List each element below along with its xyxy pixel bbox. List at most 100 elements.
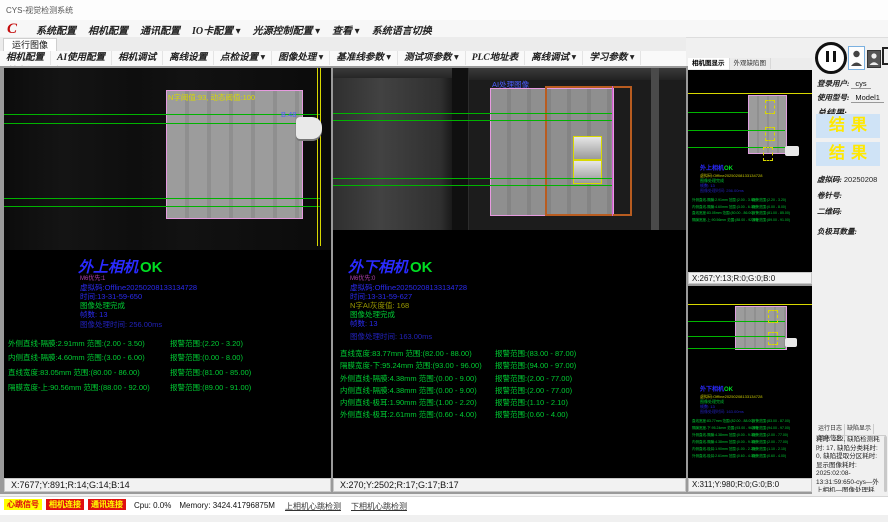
coords-readout-lower: X:270;Y:2502;R:17;G:17;B:17	[333, 478, 686, 492]
needle-number-label: 卷针号:	[817, 190, 842, 201]
coords-readout-preview-upper: X:267;Y:13;R:0;G:0;B:0	[688, 272, 812, 284]
process-time-label: 图像处理时间: 163.00ms	[350, 331, 432, 342]
preview-panel-upper[interactable]: 外上相机OK 虚拟码:Offline20250208133134728 图像处理…	[688, 70, 812, 272]
menu-io-config[interactable]: IO卡配置 ▾	[192, 22, 241, 37]
measure-line	[333, 178, 612, 179]
tab-count-label: 负极耳数量:	[817, 226, 857, 237]
roi-marker	[765, 127, 775, 141]
log-tab-run[interactable]: 运行日志	[816, 424, 845, 434]
edge-line	[317, 68, 318, 246]
login-user-row: 登录用户: cys	[817, 78, 871, 89]
camera-image-lower[interactable]: AI处理图像	[333, 68, 686, 230]
ai-overlay-label: AI处理图像	[492, 79, 529, 90]
measurement-value: 外侧直线-极耳:2.61mm 范围:(0.60 - 4.00)	[340, 409, 477, 420]
title-bar: CYS-视觉检测系统	[0, 0, 888, 21]
measurement-row: 直线宽度:83.77mm 范围:(82.00 - 88.00) 报警范围:(83…	[333, 348, 686, 358]
app-logo-icon: C	[7, 21, 17, 38]
alarm-range: 报警范围:(2.00 - 77.00)	[495, 373, 572, 384]
tool-baseline-params[interactable]: 基准线参数 ▾	[330, 51, 398, 65]
menu-view[interactable]: 查看 ▾	[332, 22, 360, 37]
measure-line	[688, 348, 785, 349]
alarm-range: 报警范围:(83.00 - 87.00)	[495, 348, 576, 359]
measurement-row: 隔膜宽度-下:95.24mm 范围:(93.00 - 96.00) 报警范围:(…	[333, 360, 686, 370]
menu-comm-config[interactable]: 通讯配置	[140, 22, 180, 37]
roi-marker	[765, 100, 775, 114]
tool-learning-params[interactable]: 学习参数 ▾	[583, 51, 641, 65]
measurement-row: 内侧直线-隔膜:4.60mm 范围:(3.00 - 6.00) 报警范围:(0.…	[4, 352, 331, 362]
coords-readout-preview-lower: X:311;Y:980;R:0;G:0;B:0	[688, 478, 812, 492]
mini-camera-title: 外下相机OK	[700, 384, 733, 393]
measurement-row: 内侧直线-隔膜:4.38mm 范围:(0.00 - 9.00) 报警范围:(2.…	[333, 385, 686, 395]
tool-offline-settings[interactable]: 离线设置	[163, 51, 214, 65]
menu-light-config[interactable]: 光源控制配置 ▾	[253, 22, 321, 37]
measure-line	[4, 123, 320, 124]
tab-run-image[interactable]: 运行图像	[3, 38, 57, 52]
process-time-label: 图像处理时间: 256.00ms	[80, 319, 162, 330]
mini-process-time: 图像处理时间: 256.00ms	[700, 188, 744, 194]
camera-image-upper[interactable]: N字阈值:93, 动态阈值:100 B.48	[4, 68, 331, 250]
marker-overlay-label: B.48	[281, 110, 296, 119]
tool-test-params[interactable]: 测试项参数 ▾	[398, 51, 466, 65]
measurement-value: 隔膜宽度-上:90.56mm 范围:(88.00 - 92.00)	[8, 382, 150, 393]
electrode-tab	[573, 160, 602, 184]
exit-button[interactable]	[882, 46, 888, 66]
camera-view-lower[interactable]: AI处理图像 外下相机OK M6优先:0 虚拟码:Offline20250208…	[333, 68, 686, 478]
login-user-button[interactable]	[848, 46, 865, 70]
log-scrollbar[interactable]	[884, 436, 887, 492]
tool-offline-debug[interactable]: 离线调试 ▾	[525, 51, 583, 65]
alarm-range: 报警范围:(94.00 - 97.00)	[495, 360, 576, 371]
tool-camera-debug[interactable]: 相机调试	[112, 51, 163, 65]
camera-view-upper[interactable]: N字阈值:93, 动态阈值:100 B.48 外上相机OK M6优先:1 虚拟码…	[4, 68, 331, 478]
tool-ai-use-config[interactable]: AI使用配置	[51, 51, 112, 65]
qr-code-label: 二维码:	[817, 206, 842, 217]
measure-line	[4, 198, 320, 199]
camera-connect-badge: 相机连接	[46, 499, 84, 510]
memory-usage: Memory: 3424.41796875M	[179, 501, 275, 510]
menu-language-switch[interactable]: 系统语言切换	[372, 22, 432, 37]
measurement-value: 直线宽度:83.77mm 范围:(82.00 - 88.00)	[340, 348, 472, 359]
edge-line	[688, 304, 812, 305]
status-bar: 心跳信号 相机连接 通讯连接 Cpu: 0.0% Memory: 3424.41…	[0, 496, 888, 515]
lower-camera-heartbeat-link[interactable]: 下相机心跳检测	[351, 501, 407, 512]
heartbeat-status-badge: 心跳信号	[4, 499, 42, 510]
preview-panel-lower[interactable]: 外下相机OK 虚拟码:Offline20250208133134728 图像处理…	[688, 286, 812, 478]
menu-system-config[interactable]: 系统配置	[36, 22, 76, 37]
electrode-tab	[573, 136, 602, 160]
measure-line	[4, 114, 320, 115]
measure-line	[688, 112, 748, 113]
tool-camera-config[interactable]: 相机配置	[0, 51, 51, 65]
measurement-row: 外侧直线-极耳:2.61mm 范围:(0.60 - 4.00) 报警范围:(0.…	[333, 409, 686, 419]
menu-bar: C 系统配置 相机配置 通讯配置 IO卡配置 ▾ 光源控制配置 ▾ 查看 ▾ 系…	[0, 20, 888, 38]
tool-plc-address-table[interactable]: PLC地址表	[466, 51, 525, 65]
log-tab-defect[interactable]: 缺陷显示	[845, 424, 874, 434]
result-ok-label: OK	[410, 259, 433, 276]
edge-line	[612, 86, 613, 216]
upper-camera-heartbeat-link[interactable]: 上相机心跳检测	[285, 501, 341, 512]
model-select[interactable]: Model1	[851, 93, 884, 103]
tool-image-processing[interactable]: 图像处理 ▾	[272, 51, 330, 65]
model-row: 使用型号: Model1	[817, 92, 884, 103]
login-user-value[interactable]: cys	[851, 79, 870, 89]
result-box-upper: 结果	[816, 114, 880, 138]
virtual-code-value: 20250208	[844, 175, 877, 184]
menu-camera-config[interactable]: 相机配置	[88, 22, 128, 37]
roi-marker	[768, 332, 778, 345]
priority-label: M6优先:1	[80, 273, 105, 282]
sidebar: 登录用户: cys 使用型号: Model1 总结果: 结果 结果 虚拟码: 2…	[814, 38, 888, 494]
gripper-clip	[785, 146, 799, 156]
operator-button[interactable]	[867, 50, 881, 68]
cpu-usage: Cpu: 0.0%	[134, 501, 171, 510]
preview-tab-appearance[interactable]: 外观缺陷图	[730, 58, 772, 69]
measurement-value: 内侧直线-隔膜:4.60mm 范围:(3.00 - 6.00)	[8, 352, 145, 363]
app-window: CYS-视觉检测系统 C 系统配置 相机配置 通讯配置 IO卡配置 ▾ 光源控制…	[0, 0, 888, 522]
alarm-range: 报警范围:(2.00 - 77.00)	[495, 385, 572, 396]
pause-icon	[826, 51, 829, 62]
preview-tab-camera[interactable]: 相机图显示	[688, 58, 730, 69]
alarm-range: 报警范围:(0.60 - 4.00)	[495, 409, 568, 420]
pause-button[interactable]	[815, 42, 847, 74]
measure-line	[333, 113, 612, 114]
machine-strip	[651, 68, 659, 230]
tool-spotcheck-settings[interactable]: 点检设置 ▾	[214, 51, 272, 65]
gripper-clip	[296, 117, 322, 139]
window-title: CYS-视觉检测系统	[6, 5, 73, 16]
